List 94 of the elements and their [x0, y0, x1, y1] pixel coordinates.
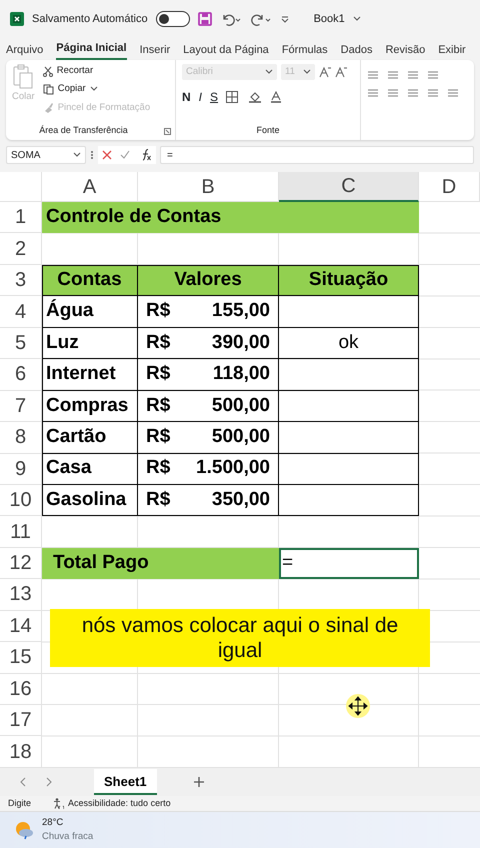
ribbon-tab[interactable]: Fórmulas [282, 42, 328, 60]
amount-text: 118,00 [212, 362, 270, 386]
accessibility-icon[interactable] [53, 798, 64, 809]
column-header[interactable]: D [419, 172, 480, 202]
table-cell: Água [42, 296, 138, 328]
add-sheet-icon[interactable] [192, 776, 205, 788]
customize-icon[interactable] [280, 14, 290, 24]
table-cell: Total Pago [42, 548, 279, 580]
chevron-down-icon[interactable] [352, 16, 361, 22]
bold-button[interactable]: N [182, 88, 191, 106]
empty-cell[interactable] [279, 359, 419, 391]
amount-text: 155,00 [212, 299, 270, 324]
decrease-indent-icon[interactable] [427, 88, 439, 98]
weather-text: Chuva fraca [42, 830, 94, 844]
table-cell: Internet [42, 359, 138, 391]
align-right-icon[interactable] [407, 88, 419, 98]
currency-symbol: R$ [146, 394, 170, 418]
align-center-icon[interactable] [387, 88, 399, 98]
currency-symbol: R$ [146, 362, 170, 386]
table-cell: Compras [42, 390, 138, 422]
empty-cell[interactable] [279, 454, 419, 485]
copy-icon[interactable] [42, 84, 54, 95]
italic-button[interactable]: I [198, 88, 202, 106]
group-label: Área de Transferência [38, 124, 129, 136]
ribbon-tab[interactable]: Layout da Página [183, 42, 269, 60]
table-cell: ok [279, 328, 419, 360]
accessibility-status[interactable]: Acessibilidade: tudo certo [68, 796, 171, 810]
orientation-icon[interactable] [427, 70, 439, 80]
empty-cell[interactable] [279, 484, 419, 516]
amount-text: 390,00 [212, 330, 270, 355]
chevron-down-icon[interactable] [73, 152, 81, 158]
caption-text: nós vamos colocar aqui o sinal de igual [50, 609, 430, 667]
chevron-down-icon[interactable] [303, 69, 311, 75]
font-color-icon[interactable] [270, 91, 282, 103]
move-cursor-icon [345, 693, 371, 719]
decrease-font-icon[interactable] [335, 66, 347, 78]
ribbon-tab[interactable]: Arquivo [6, 42, 44, 60]
table-cell: Controle de Contas [42, 202, 419, 234]
redo-icon[interactable] [250, 12, 272, 26]
table-cell: Luz [42, 328, 138, 360]
amount-text: 350,00 [212, 488, 270, 512]
group-label: Fonte [255, 124, 280, 136]
status-mode: Digite [8, 796, 32, 810]
empty-cell[interactable] [279, 422, 419, 454]
bottom-align-icon[interactable] [407, 70, 419, 80]
autosave-label: Salvamento Automático [32, 12, 148, 27]
empty-cell[interactable] [279, 390, 419, 422]
top-align-icon[interactable] [367, 70, 379, 80]
enter-icon[interactable] [120, 150, 130, 160]
table-cell: Cartão [42, 422, 138, 454]
increase-font-icon[interactable] [319, 66, 331, 78]
formula-input[interactable]: = [160, 146, 474, 164]
column-header[interactable]: C [279, 172, 419, 202]
borders-icon[interactable] [226, 91, 240, 103]
scissors-icon[interactable] [42, 66, 53, 77]
ribbon-tab[interactable]: Revisão [385, 42, 426, 60]
chevron-down-icon[interactable] [90, 86, 98, 92]
save-icon[interactable] [198, 12, 212, 26]
table-cell: Casa [42, 454, 138, 485]
currency-symbol: R$ [146, 299, 170, 324]
temperature-text: 28°C [42, 816, 64, 830]
table-cell: Situação [279, 264, 419, 296]
cut-button[interactable]: Recortar [56, 64, 94, 78]
chevron-down-icon[interactable] [265, 69, 273, 75]
workbook-name[interactable]: Book1 [314, 10, 345, 28]
amount-text: 500,00 [212, 425, 270, 450]
underline-button[interactable]: S [210, 88, 218, 106]
amount-text: 1.500,00 [196, 456, 270, 480]
autosave-toggle[interactable] [156, 11, 190, 27]
ribbon-tab[interactable]: Inserir [140, 42, 170, 60]
ribbon-tab[interactable]: Dados [340, 42, 372, 60]
sheet-tab[interactable]: Sheet1 [94, 768, 157, 796]
align-left-icon[interactable] [367, 88, 379, 98]
currency-symbol: R$ [146, 456, 170, 480]
selected-cell[interactable]: = [279, 548, 419, 580]
cancel-icon[interactable] [102, 150, 112, 160]
table-cell: Valores [138, 264, 279, 296]
fill-color-icon[interactable] [248, 91, 262, 103]
currency-symbol: R$ [146, 488, 170, 512]
dialog-launcher-icon[interactable] [164, 128, 171, 135]
name-box[interactable]: SOMA [6, 146, 86, 164]
table-cell: Contas [42, 264, 138, 296]
currency-symbol: R$ [146, 330, 170, 355]
increase-indent-icon[interactable] [447, 88, 459, 98]
empty-cell[interactable] [279, 296, 419, 328]
amount-text: 500,00 [212, 394, 270, 418]
currency-symbol: R$ [146, 425, 170, 450]
ribbon-tab[interactable]: Exibir [438, 42, 466, 60]
middle-align-icon[interactable] [387, 70, 399, 80]
more-icon [90, 150, 94, 160]
spreadsheet-app-icon[interactable] [10, 12, 24, 26]
table-cell: Gasolina [42, 484, 138, 516]
copy-button[interactable]: Copiar [58, 82, 86, 96]
row-header[interactable]: 6 [0, 359, 42, 391]
